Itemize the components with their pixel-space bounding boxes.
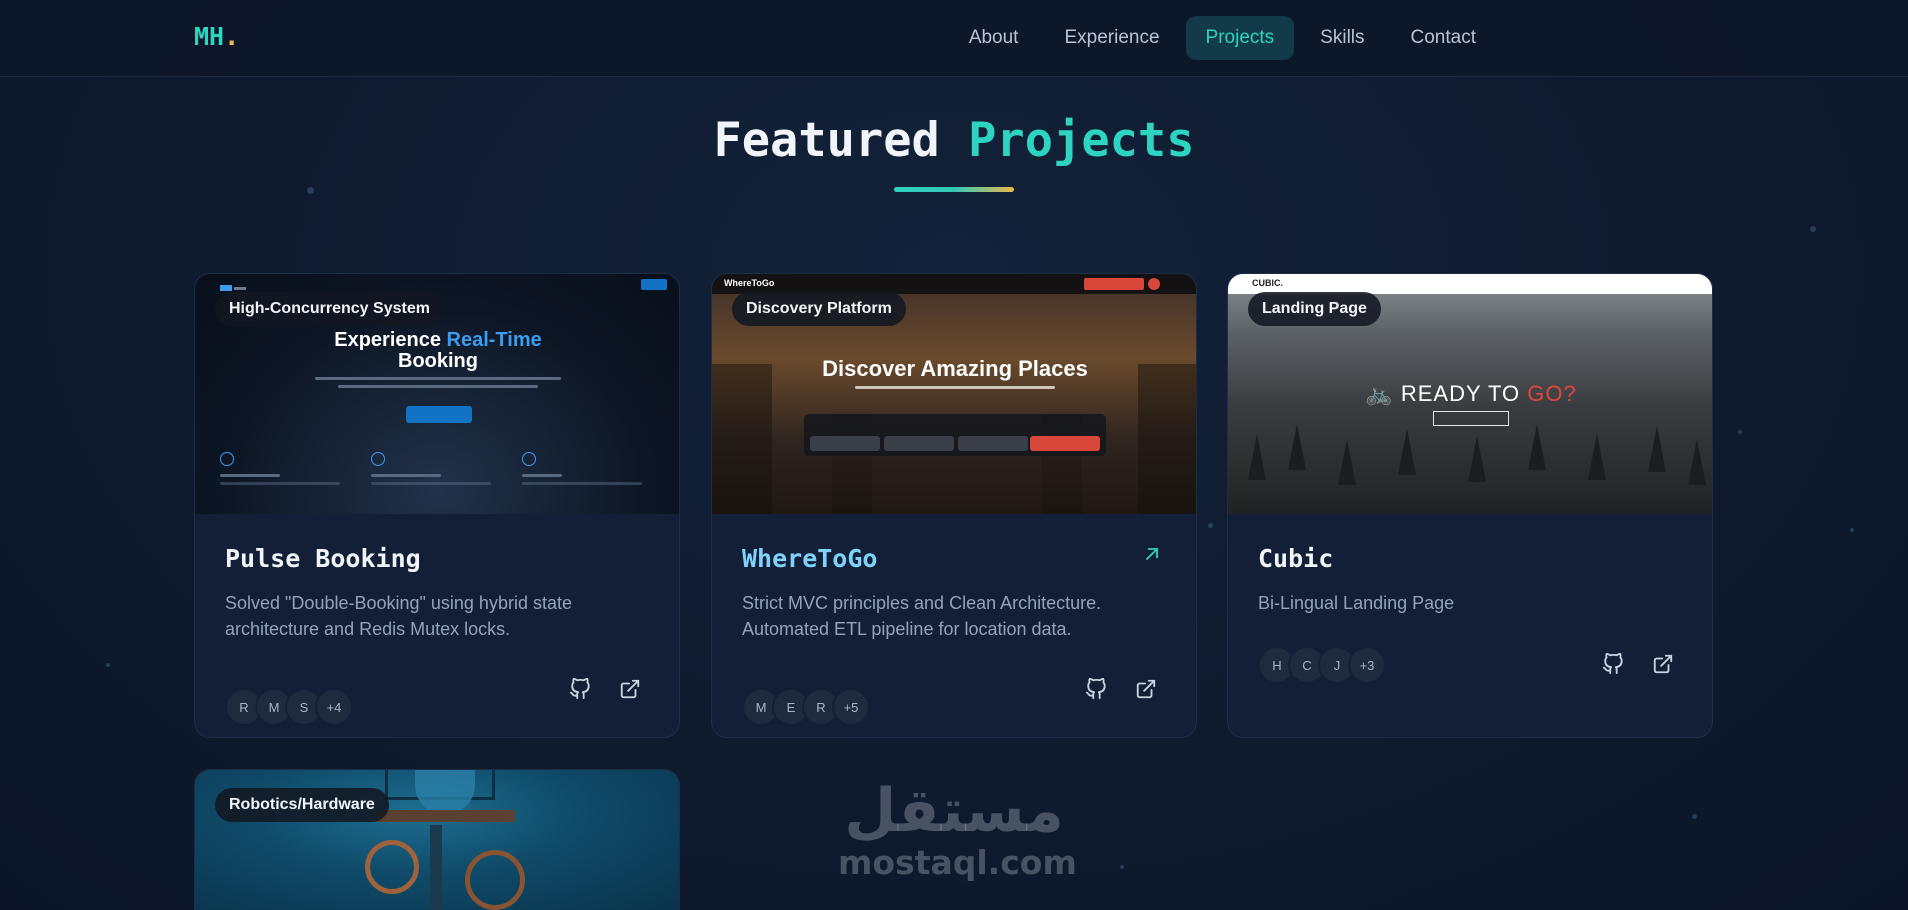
watermark: مستقل mostaql.com <box>838 776 1077 882</box>
preview-heading-accent: GO? <box>1527 381 1577 406</box>
background-dot <box>1120 865 1124 869</box>
nav-link-skills[interactable]: Skills <box>1300 16 1384 60</box>
project-title[interactable]: WhereToGo <box>742 544 877 573</box>
background-dot <box>1208 523 1213 528</box>
project-card-wheretogo: WhereToGo Discover Amazing Places Discov… <box>711 273 1197 738</box>
bicycle-icon: 🚲 <box>1365 381 1394 406</box>
project-card-cubic: CUBIC. 🚲 READY TO GO? Landing Page Cubic… <box>1227 273 1713 738</box>
project-title[interactable]: Cubic <box>1258 544 1333 573</box>
preview-subtitle-lines <box>315 377 561 389</box>
preview-heading: 🚲 READY TO GO? <box>1228 381 1712 407</box>
github-link[interactable] <box>1085 677 1113 706</box>
project-preview-image[interactable]: WhereToGo Discover Amazing Places Discov… <box>712 274 1196 514</box>
project-badge: High-Concurrency System <box>215 292 444 326</box>
preview-brand: CUBIC. <box>1252 278 1283 288</box>
background-dot <box>106 663 110 667</box>
external-link-button[interactable] <box>1652 653 1680 681</box>
preview-heading-line2: Booking <box>398 350 478 372</box>
section-title: Featured Projects <box>0 113 1908 168</box>
project-preview-image[interactable]: Experience Real-Time Booking High-Concur… <box>195 274 679 514</box>
tech-stack-avatars: R M S +4 <box>225 688 353 726</box>
preview-feature <box>522 452 672 502</box>
watermark-arabic: مستقل <box>844 776 1064 846</box>
tech-avatar-more: +5 <box>832 688 870 726</box>
preview-cta-button <box>406 406 472 423</box>
preview-heading: Experience Real-Time <box>195 329 679 352</box>
nav-link-projects[interactable]: Projects <box>1185 16 1295 60</box>
preview-heading-text: READY TO <box>1400 381 1521 406</box>
external-link-icon <box>620 679 640 699</box>
github-link[interactable] <box>569 677 597 706</box>
background-dot <box>1692 814 1697 819</box>
preview-add-listing-button <box>1084 278 1144 290</box>
logo-dot: . <box>224 22 240 51</box>
preview-heading-text: Experience <box>334 329 441 351</box>
github-icon <box>1602 652 1623 675</box>
background-dot <box>1850 528 1854 532</box>
nav-link-experience[interactable]: Experience <box>1044 16 1179 60</box>
preview-topbar: WhereToGo <box>712 274 1196 294</box>
background-dot <box>1738 430 1742 434</box>
preview-user-avatar <box>1148 278 1160 290</box>
external-link-button[interactable] <box>1135 678 1163 706</box>
site-logo[interactable]: MH. <box>194 22 239 51</box>
nav-link-contact[interactable]: Contact <box>1391 16 1496 60</box>
section-title-accent: Projects <box>968 113 1195 168</box>
background-dot <box>1810 226 1816 232</box>
preview-topbar: CUBIC. <box>1228 274 1712 294</box>
arrow-up-right-icon[interactable] <box>1142 544 1162 570</box>
project-description: Solved "Double-Booking" using hybrid sta… <box>225 593 572 639</box>
preview-subtitle-line <box>712 386 1196 390</box>
preview-feature <box>371 452 521 502</box>
preview-heading-accent: Real-Time <box>446 329 542 351</box>
nav-link-about[interactable]: About <box>949 16 1039 60</box>
tech-stack-avatars: M E R +5 <box>742 688 870 726</box>
project-title[interactable]: Pulse Booking <box>225 544 421 573</box>
external-link-icon <box>1653 654 1673 674</box>
external-link-button[interactable] <box>619 678 647 706</box>
tech-stack-avatars: H C J +3 <box>1258 646 1386 684</box>
top-navigation: MH. About Experience Projects Skills Con… <box>0 0 1908 77</box>
project-badge: Robotics/Hardware <box>215 788 389 822</box>
github-link[interactable] <box>1602 652 1630 681</box>
preview-heading: Discover Amazing Places <box>822 356 1088 381</box>
project-badge: Discovery Platform <box>732 292 906 326</box>
project-preview-image[interactable]: CUBIC. 🚲 READY TO GO? Landing Page <box>1228 274 1712 514</box>
project-badge: Landing Page <box>1248 292 1381 326</box>
section-title-underline <box>894 187 1014 192</box>
preview-brand: WhereToGo <box>724 278 775 288</box>
external-link-icon <box>1136 679 1156 699</box>
project-card-robotics: Robotics/Hardware <box>194 769 680 910</box>
github-icon <box>569 677 590 700</box>
project-card-pulse-booking: Experience Real-Time Booking High-Concur… <box>194 273 680 738</box>
preview-feature <box>220 452 370 502</box>
background-dot <box>307 187 314 194</box>
project-preview-image[interactable]: Robotics/Hardware <box>195 770 679 910</box>
tech-avatar-more: +3 <box>1348 646 1386 684</box>
preview-search-panel <box>804 414 1106 456</box>
nav-links: About Experience Projects Skills Contact <box>949 16 1496 60</box>
section-title-part1: Featured <box>713 113 940 168</box>
project-description: Strict MVC principles and Clean Architec… <box>742 593 1102 639</box>
logo-text: MH <box>194 22 225 51</box>
github-icon <box>1085 677 1106 700</box>
project-description: Bi-Lingual Landing Page <box>1258 593 1455 613</box>
tech-avatar-more: +4 <box>315 688 353 726</box>
watermark-latin: mostaql.com <box>838 843 1077 882</box>
preview-signin-button <box>641 279 667 290</box>
preview-outline-button <box>1433 411 1509 426</box>
